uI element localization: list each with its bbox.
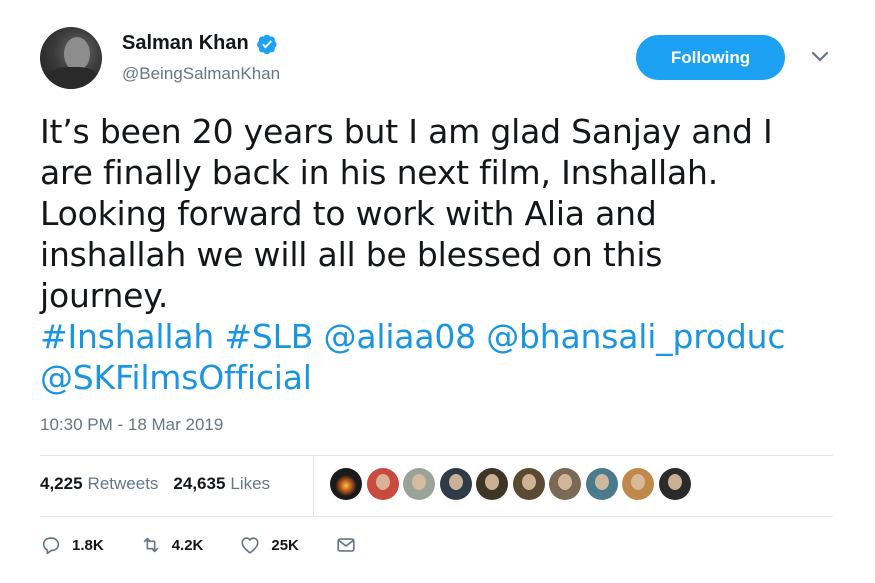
tweet-text: It’s been 20 years but I am glad Sanjay … (40, 111, 860, 398)
likes-label[interactable]: Likes (230, 474, 270, 494)
liker-avatars (330, 468, 695, 500)
retweet-button[interactable]: 4.2K (140, 534, 204, 556)
following-button[interactable]: Following (636, 35, 785, 80)
hashtag-link[interactable]: #SLB (224, 317, 313, 356)
like-count: 25K (271, 536, 299, 554)
likes-count[interactable]: 24,635 (173, 474, 225, 494)
tweet-line: journey. (40, 276, 169, 315)
reply-icon (42, 537, 60, 555)
liker-avatar[interactable] (658, 468, 691, 500)
retweets-count[interactable]: 4,225 (40, 474, 83, 494)
avatar-shoulder (46, 67, 100, 89)
mention-link[interactable]: @aliaa08 (324, 317, 477, 356)
divider-bottom (40, 516, 833, 517)
tweet-actions: 1.8K 4.2K 25K (40, 534, 403, 556)
chevron-down-icon[interactable] (810, 50, 830, 64)
retweet-icon (143, 537, 158, 553)
liker-avatar[interactable] (512, 468, 545, 500)
tweet-line: Looking forward to work with Alia and (40, 194, 657, 233)
tweet-links-line: #Inshallah #SLB @aliaa08 @bhansali_produ… (40, 316, 860, 357)
hashtag-link[interactable]: #Inshallah (40, 317, 214, 356)
like-icon (241, 537, 259, 554)
liker-avatar[interactable] (330, 468, 362, 500)
divider-top (40, 455, 833, 456)
tweet-timestamp[interactable]: 10:30 PM - 18 Mar 2019 (40, 415, 223, 435)
author-avatar[interactable] (40, 27, 102, 89)
liker-avatar[interactable] (476, 468, 508, 500)
like-button[interactable]: 25K (239, 534, 299, 556)
liker-avatar[interactable] (439, 468, 472, 500)
liker-avatar[interactable] (622, 468, 654, 500)
direct-message-button[interactable] (335, 534, 367, 556)
author-name-row: Salman Khan (122, 32, 278, 55)
avatar-face (64, 37, 90, 71)
tweet-links-line: @SKFilmsOfficial (40, 357, 860, 398)
tweet-line: It’s been 20 years but I am glad Sanjay … (40, 112, 773, 151)
stats-separator (313, 456, 314, 516)
reply-button[interactable]: 1.8K (40, 534, 104, 556)
mention-link[interactable]: @bhansali_produc (486, 317, 785, 356)
tweet-line: inshallah we will all be blessed on this (40, 235, 663, 274)
liker-avatar[interactable] (585, 468, 618, 500)
verified-badge-icon (256, 34, 277, 54)
author-handle[interactable]: @BeingSalmanKhan (122, 64, 280, 84)
direct-message-icon (337, 538, 355, 552)
liker-avatar[interactable] (403, 468, 435, 500)
tweet-stats: 4,225 Retweets 24,635 Likes (40, 474, 285, 494)
mention-link[interactable]: @SKFilmsOfficial (40, 358, 312, 397)
reply-count: 1.8K (72, 536, 104, 554)
retweets-label[interactable]: Retweets (88, 474, 159, 494)
retweet-count: 4.2K (171, 536, 204, 554)
liker-avatar[interactable] (549, 468, 581, 500)
author-name[interactable]: Salman Khan (122, 32, 249, 55)
liker-avatar[interactable] (366, 468, 399, 500)
tweet-line: are finally back in his next film, Insha… (40, 153, 719, 192)
